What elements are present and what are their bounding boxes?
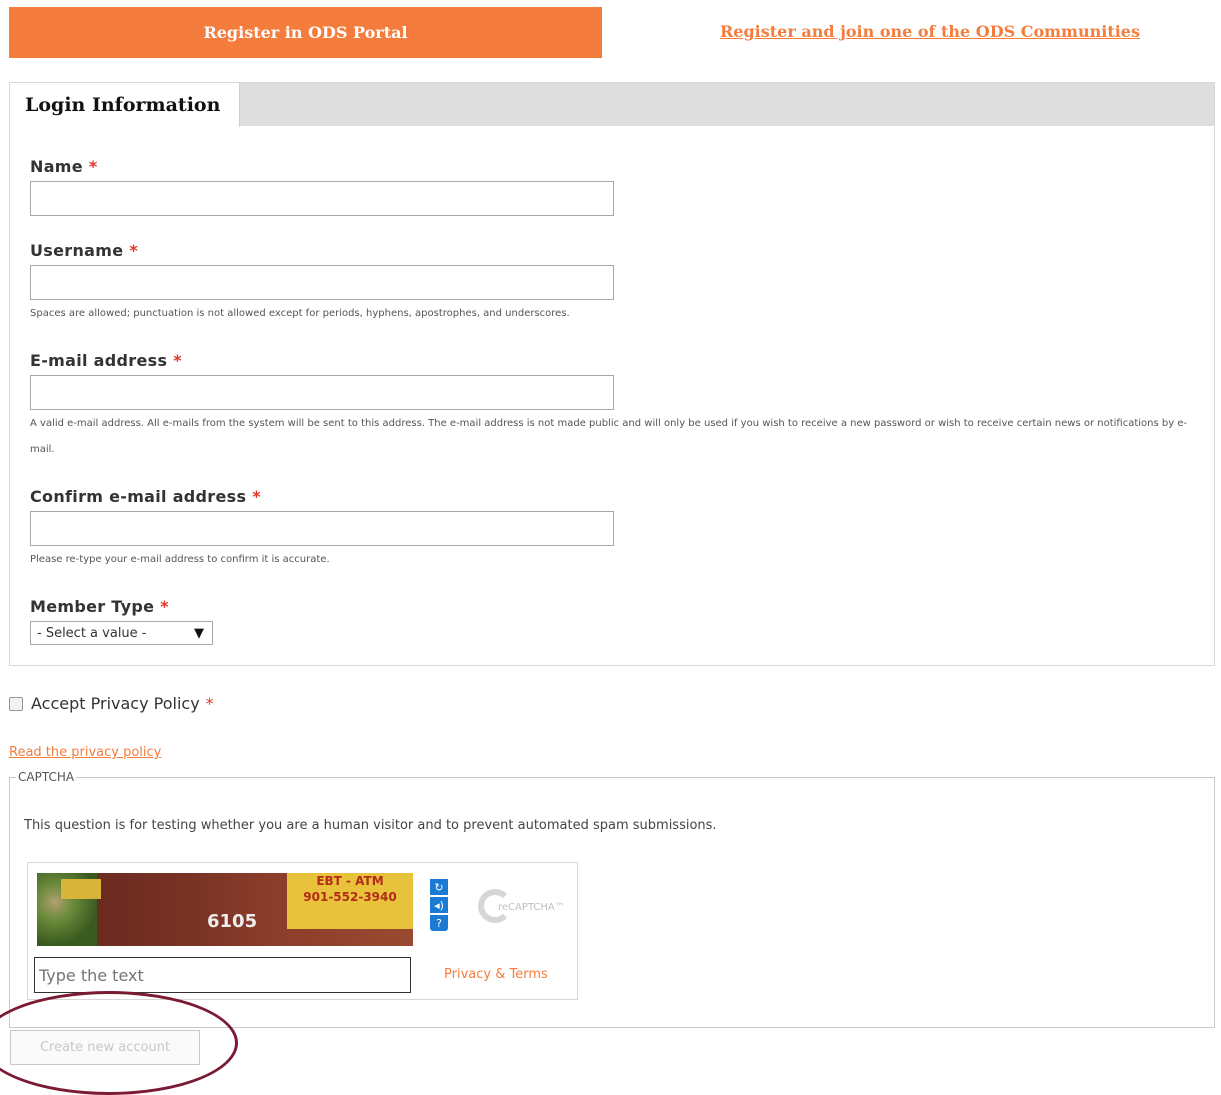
captcha-sign-phone: 901-552-3940 — [303, 890, 397, 904]
username-input[interactable] — [30, 265, 614, 300]
captcha-fieldset: CAPTCHA This question is for testing whe… — [9, 770, 1215, 1028]
confirm-email-input[interactable] — [30, 511, 614, 546]
accept-privacy-checkbox[interactable] — [9, 696, 23, 711]
chevron-down-icon: ▼ — [194, 625, 204, 641]
accept-privacy-row: Accept Privacy Policy * — [9, 694, 214, 713]
register-communities-link[interactable]: Register and join one of the ODS Communi… — [690, 22, 1170, 41]
recaptcha-logo: reCAPTCHA™ — [478, 885, 565, 929]
name-label-text: Name — [30, 157, 83, 176]
email-help: A valid e-mail address. All e-mails from… — [30, 418, 1188, 455]
email-label-text: E-mail address — [30, 351, 168, 370]
username-label-text: Username — [30, 241, 124, 260]
help-icon[interactable]: ? — [430, 915, 448, 931]
tab-login-information[interactable]: Login Information — [10, 83, 240, 127]
required-marker: * — [173, 351, 182, 370]
captcha-image-sign: EBT - ATM 901-552-3940 — [287, 873, 413, 929]
captcha-image: EBT - ATM 901-552-3940 6105 — [37, 873, 413, 946]
confirm-email-label-text: Confirm e-mail address — [30, 487, 247, 506]
email-input[interactable] — [30, 375, 614, 410]
recaptcha-widget: EBT - ATM 901-552-3940 6105 ↻ ◂) ? reCAP… — [27, 862, 578, 1000]
audio-icon[interactable]: ◂) — [430, 897, 448, 913]
required-marker: * — [252, 487, 261, 506]
read-privacy-policy-link[interactable]: Read the privacy policy — [9, 745, 161, 760]
username-help: Spaces are allowed; punctuation is not a… — [30, 308, 570, 319]
captcha-image-number: 6105 — [207, 911, 258, 932]
username-label: Username * — [30, 241, 138, 260]
register-ods-portal-button[interactable]: Register in ODS Portal — [9, 7, 602, 58]
captcha-sign-title: EBT - ATM — [316, 874, 384, 888]
member-type-selected-value: - Select a value - — [37, 625, 147, 641]
captcha-description: This question is for testing whether you… — [24, 818, 717, 833]
refresh-icon[interactable]: ↻ — [430, 879, 448, 895]
required-marker: * — [205, 694, 214, 713]
member-type-select[interactable]: - Select a value - ▼ — [30, 621, 213, 645]
privacy-terms-link[interactable]: Privacy & Terms — [444, 967, 548, 982]
accept-privacy-label[interactable]: Accept Privacy Policy — [31, 694, 200, 713]
name-input[interactable] — [30, 181, 614, 216]
create-account-button[interactable]: Create new account — [10, 1030, 200, 1065]
captcha-image-small-sign — [61, 879, 101, 899]
name-label: Name * — [30, 157, 98, 176]
confirm-email-help: Please re-type your e-mail address to co… — [30, 554, 330, 565]
email-label: E-mail address * — [30, 351, 182, 370]
required-marker: * — [129, 241, 139, 260]
required-marker: * — [88, 157, 98, 176]
confirm-email-label: Confirm e-mail address * — [30, 487, 261, 506]
login-information-panel: Login Information Name * Username * Spaces… — [9, 82, 1215, 666]
member-type-label: Member Type * — [30, 597, 169, 616]
recaptcha-logo-text: reCAPTCHA™ — [498, 901, 565, 913]
member-type-label-text: Member Type — [30, 597, 155, 616]
captcha-text-input[interactable] — [34, 957, 411, 993]
required-marker: * — [160, 597, 169, 616]
captcha-legend: CAPTCHA — [18, 770, 75, 784]
